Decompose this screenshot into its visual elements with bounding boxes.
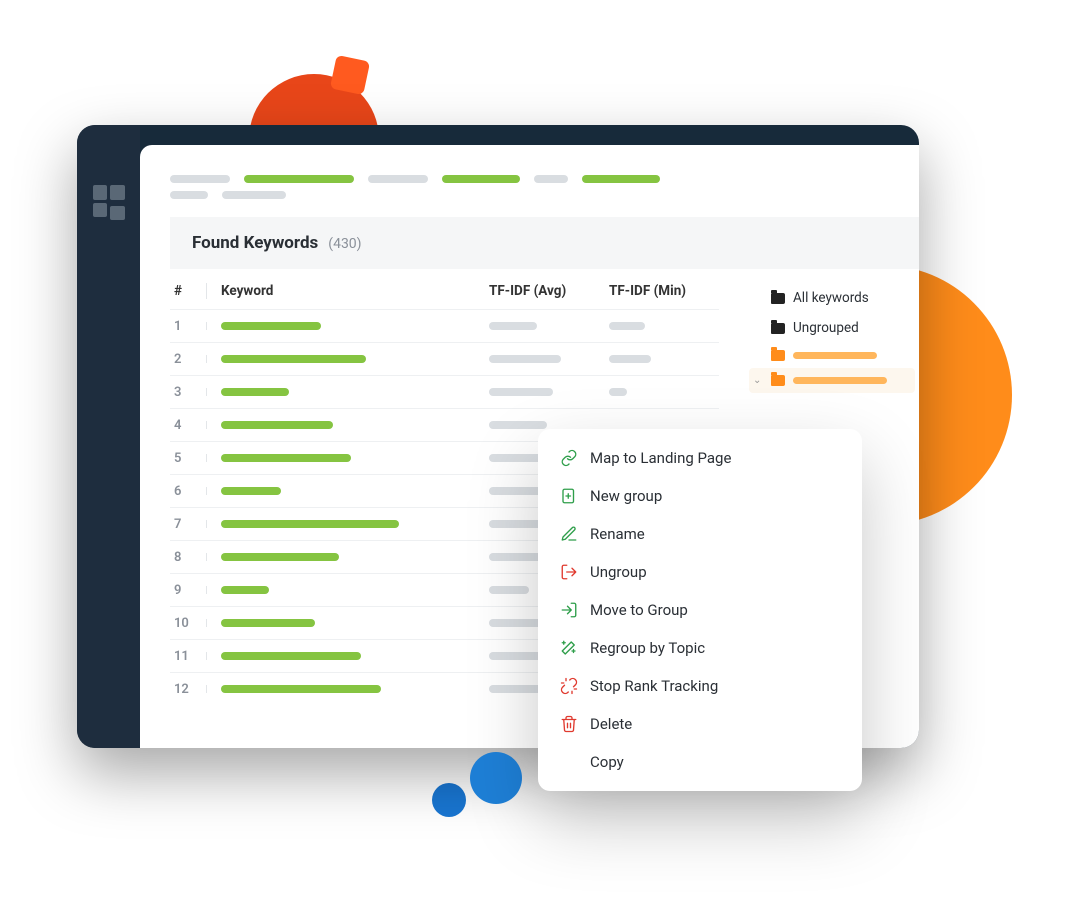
col-index[interactable]: # [170,283,206,299]
dashboard-icon[interactable] [93,185,125,217]
decoration-circle [432,783,466,817]
table-row[interactable]: 1 [170,309,719,342]
chevron-down-icon: ⌄ [753,375,763,386]
group-ungrouped[interactable]: Ungrouped [749,313,915,343]
row-index: 7 [170,517,206,532]
menu-move-group[interactable]: Move to Group [538,591,862,629]
breadcrumb-placeholder [170,191,208,199]
group-placeholder [793,377,887,384]
row-avg [489,388,609,396]
group-label: All keywords [793,290,869,306]
col-keyword[interactable]: Keyword [206,283,489,299]
row-avg [489,421,609,429]
menu-label: Copy [590,753,624,771]
folder-icon [771,375,785,386]
breadcrumb-second-row [170,191,919,199]
breadcrumb-placeholder [534,175,568,183]
menu-label: Map to Landing Page [590,449,731,467]
menu-label: Rename [590,525,645,543]
row-keyword [206,388,489,396]
copy-icon [560,753,578,771]
unlink-icon [560,677,578,695]
row-keyword [206,520,489,528]
breadcrumb-placeholder [442,175,520,183]
col-tfidf-avg[interactable]: TF-IDF (Avg) [489,283,609,299]
menu-delete[interactable]: Delete [538,705,862,743]
breadcrumb-placeholder [244,175,354,183]
row-index: 3 [170,385,206,400]
group-placeholder [793,352,877,359]
menu-label: Delete [590,715,632,733]
row-keyword [206,685,489,693]
menu-copy[interactable]: Copy [538,743,862,781]
decoration-square [330,55,370,95]
row-min [609,355,719,363]
folder-icon [771,350,785,361]
row-index: 5 [170,451,206,466]
row-keyword [206,652,489,660]
row-index: 9 [170,583,206,598]
table-row[interactable]: 2 [170,342,719,375]
row-keyword [206,586,489,594]
table-header: # Keyword TF-IDF (Avg) TF-IDF (Min) [170,269,719,309]
link-icon [560,449,578,467]
panel-title: Found Keywords [192,233,318,253]
row-avg [489,355,609,363]
table-row[interactable]: 3 [170,375,719,408]
row-keyword [206,322,489,330]
sidebar [77,125,140,748]
row-keyword [206,553,489,561]
add-file-icon [560,487,578,505]
menu-new-group[interactable]: New group [538,477,862,515]
trash-icon [560,715,578,733]
menu-label: New group [590,487,662,505]
menu-label: Move to Group [590,601,688,619]
row-min [609,388,719,396]
row-index: 11 [170,649,206,664]
row-index: 8 [170,550,206,565]
context-menu: Map to Landing Page New group Rename Ung… [538,429,862,791]
breadcrumb-placeholder [582,175,660,183]
logout-icon [560,563,578,581]
row-keyword [206,454,489,462]
menu-map-landing[interactable]: Map to Landing Page [538,439,862,477]
row-keyword [206,619,489,627]
group-label: Ungrouped [793,320,859,336]
decoration-circle [470,752,522,804]
breadcrumb-placeholder [368,175,428,183]
row-keyword [206,421,489,429]
panel-header: Found Keywords (430) [170,217,919,269]
breadcrumb-placeholder [222,191,286,199]
breadcrumb [170,175,919,183]
row-index: 2 [170,352,206,367]
group-custom[interactable] [749,343,915,368]
login-icon [560,601,578,619]
magic-icon [560,639,578,657]
folder-icon [771,293,785,304]
row-index: 6 [170,484,206,499]
panel-count: (430) [328,236,361,252]
row-keyword [206,487,489,495]
group-custom-selected[interactable]: ⌄ [749,368,915,393]
menu-stop-tracking[interactable]: Stop Rank Tracking [538,667,862,705]
row-keyword [206,355,489,363]
row-index: 1 [170,319,206,334]
row-index: 12 [170,682,206,697]
group-all-keywords[interactable]: All keywords [749,283,915,313]
breadcrumb-placeholder [170,175,230,183]
menu-label: Ungroup [590,563,647,581]
row-min [609,322,719,330]
menu-label: Regroup by Topic [590,639,705,657]
row-index: 4 [170,418,206,433]
folder-icon [771,323,785,334]
row-index: 10 [170,616,206,631]
menu-rename[interactable]: Rename [538,515,862,553]
row-avg [489,322,609,330]
menu-ungroup[interactable]: Ungroup [538,553,862,591]
edit-icon [560,525,578,543]
col-tfidf-min[interactable]: TF-IDF (Min) [609,283,719,299]
menu-regroup-topic[interactable]: Regroup by Topic [538,629,862,667]
menu-label: Stop Rank Tracking [590,677,718,695]
